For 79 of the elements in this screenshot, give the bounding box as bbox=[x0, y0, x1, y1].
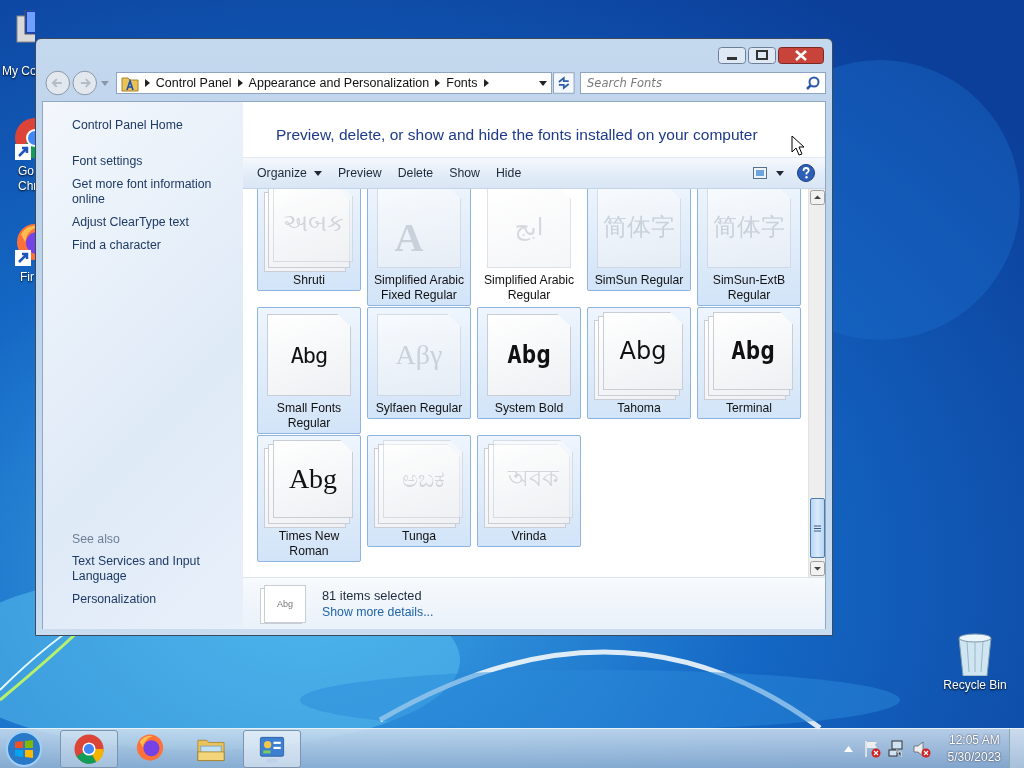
font-name: Simplified Arabic Fixed Regular bbox=[372, 273, 466, 303]
address-bar[interactable]: Control Panel Appearance and Personalization Fonts bbox=[115, 72, 553, 94]
sidebar-link[interactable]: Text Services and Input Language bbox=[72, 554, 232, 584]
sidebar-link[interactable]: Font settings bbox=[72, 154, 232, 169]
font-name: Tahoma bbox=[617, 401, 661, 416]
scroll-down-button[interactable] bbox=[809, 561, 825, 576]
font-name: Small Fonts Regular bbox=[275, 401, 343, 431]
font-name: Vrinda bbox=[511, 529, 547, 544]
font-name: Terminal bbox=[725, 401, 773, 416]
maximize-button[interactable] bbox=[748, 47, 776, 64]
font-name: Sylfaen Regular bbox=[375, 401, 463, 416]
clock-date: 5/30/2023 bbox=[947, 748, 1001, 766]
search-icon[interactable] bbox=[806, 76, 820, 90]
font-sample: Abg bbox=[619, 337, 667, 365]
chevron-icon bbox=[483, 79, 489, 87]
sidebar-link[interactable]: Find a character bbox=[72, 238, 232, 253]
flag-icon[interactable] bbox=[862, 739, 881, 758]
font-name: Tunga bbox=[401, 529, 437, 544]
font-sample: Abg bbox=[507, 341, 551, 369]
toolbar-button[interactable]: Organize bbox=[249, 162, 330, 184]
font-name: Shruti bbox=[293, 273, 325, 288]
font-tile[interactable]: Abg Times New Roman bbox=[257, 435, 361, 562]
clock-time: 12:05 AM bbox=[948, 731, 1000, 749]
start-button[interactable] bbox=[4, 728, 44, 768]
font-tile[interactable]: Abg Small Fonts Regular bbox=[257, 307, 361, 434]
font-sample: Abg bbox=[290, 342, 328, 368]
font-sample: Abg bbox=[731, 337, 775, 365]
browser-icon bbox=[73, 732, 105, 765]
grip-icon bbox=[813, 524, 821, 532]
breadcrumb[interactable]: Appearance and Personalization bbox=[248, 76, 430, 90]
refresh-button[interactable] bbox=[553, 72, 575, 94]
view-icon[interactable] bbox=[753, 167, 767, 179]
taskbar-button[interactable] bbox=[60, 729, 118, 768]
sidebar-link[interactable]: Get more font information online bbox=[72, 177, 232, 207]
icon-label: Go bbox=[18, 164, 34, 179]
icon-label: Fir bbox=[20, 270, 34, 285]
icon-label: Recycle Bin bbox=[943, 678, 1007, 693]
font-sample: Abg bbox=[288, 463, 338, 495]
breadcrumb[interactable]: Fonts bbox=[446, 76, 478, 90]
toolbar-button[interactable]: Preview bbox=[329, 162, 390, 184]
font-name: Times New Roman bbox=[277, 529, 341, 559]
details-link[interactable]: Show more details... bbox=[322, 605, 434, 619]
sidebar-link[interactable]: Adjust ClearType text bbox=[72, 215, 232, 230]
font-sample: Abg bbox=[277, 598, 293, 609]
chevron-icon bbox=[237, 79, 243, 87]
network-icon[interactable] bbox=[887, 739, 906, 758]
chevron-icon bbox=[435, 79, 441, 87]
icon-label: My Co bbox=[2, 64, 37, 79]
section-heading: See also bbox=[72, 532, 121, 546]
icon-label: Chr bbox=[18, 179, 38, 194]
toolbar-button[interactable]: Delete bbox=[389, 162, 442, 184]
font-name: SimSun Regular bbox=[594, 273, 684, 288]
toolbar-button[interactable]: Hide bbox=[487, 162, 530, 184]
muted-speaker-icon[interactable] bbox=[912, 739, 931, 758]
font-name: SimSun-ExtB Regular bbox=[711, 273, 787, 303]
scroll-up-button[interactable] bbox=[809, 190, 825, 205]
page-heading: Preview, delete, or show and hide the fonts installed on your computer bbox=[276, 126, 758, 144]
font-tile[interactable]: Abg Tahoma bbox=[587, 307, 691, 419]
help-icon[interactable] bbox=[797, 164, 815, 182]
scrollbar[interactable] bbox=[808, 189, 825, 577]
minimize-button[interactable] bbox=[718, 47, 746, 64]
selection-count: 81 items selected bbox=[322, 588, 423, 603]
fonts-folder-icon bbox=[120, 74, 139, 92]
font-tile[interactable]: Abg Terminal bbox=[697, 307, 801, 419]
taskbar-button[interactable] bbox=[243, 729, 301, 768]
close-button[interactable] bbox=[778, 47, 824, 64]
font-name: Simplified Arabic Regular bbox=[482, 273, 576, 303]
toolbar-button[interactable]: Show bbox=[441, 162, 488, 184]
sidebar-link[interactable]: Personalization bbox=[72, 592, 232, 607]
cursor-icon bbox=[791, 135, 805, 156]
breadcrumb[interactable]: Control Panel bbox=[155, 76, 232, 90]
font-name: System Bold bbox=[494, 401, 564, 416]
dropdown-icon[interactable] bbox=[539, 80, 548, 86]
scroll-thumb[interactable] bbox=[809, 498, 825, 558]
sidebar-link[interactable]: Control Panel Home bbox=[72, 118, 232, 133]
search-field[interactable]: Search Fonts bbox=[580, 72, 826, 94]
chevron-icon bbox=[144, 79, 150, 87]
caret-icon[interactable] bbox=[776, 170, 784, 176]
font-tile[interactable]: Abg System Bold bbox=[477, 307, 581, 419]
